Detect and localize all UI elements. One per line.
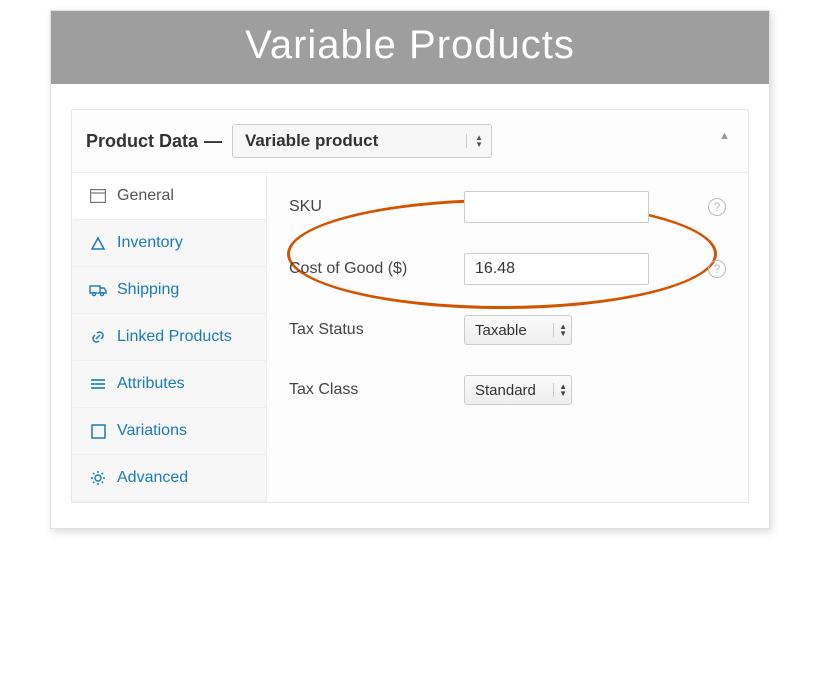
updown-arrows-icon: ▲▼ [466, 134, 483, 148]
field-cost-of-good: Cost of Good ($) ? [289, 253, 726, 285]
product-type-value: Variable product [245, 131, 378, 151]
field-sku: SKU ? [289, 191, 726, 223]
updown-arrows-icon: ▲▼ [553, 323, 567, 337]
cog-label: Cost of Good ($) [289, 260, 464, 278]
tab-shipping[interactable]: Shipping [72, 267, 266, 314]
tax-status-select[interactable]: Taxable ▲▼ [464, 315, 572, 345]
variations-icon [89, 422, 107, 440]
tax-class-value: Standard [475, 382, 543, 399]
updown-arrows-icon: ▲▼ [553, 383, 567, 397]
content-area: SKU ? Cost of Good ($) ? Tax Status Taxa… [267, 173, 748, 502]
sidebar: General Inventory Shipping [72, 173, 267, 502]
product-data-panel: Product Data — Variable product ▲▼ ▲ Gen… [71, 109, 749, 503]
tab-shipping-label: Shipping [117, 281, 179, 299]
help-icon[interactable]: ? [708, 260, 726, 278]
tab-general-label: General [117, 187, 174, 205]
tax-class-label: Tax Class [289, 381, 464, 399]
tab-linked-products[interactable]: Linked Products [72, 314, 266, 361]
general-icon [89, 187, 107, 205]
panel-header: Product Data — Variable product ▲▼ ▲ [72, 110, 748, 173]
cog-input[interactable] [464, 253, 649, 285]
title-dash: — [204, 131, 222, 152]
product-type-select[interactable]: Variable product ▲▼ [232, 124, 492, 158]
tab-variations[interactable]: Variations [72, 408, 266, 455]
tab-attributes-label: Attributes [117, 375, 185, 393]
sku-label: SKU [289, 198, 464, 216]
banner-title: Variable Products [245, 23, 575, 67]
field-tax-status: Tax Status Taxable ▲▼ [289, 315, 726, 345]
panel-body: General Inventory Shipping [72, 173, 748, 502]
tab-advanced[interactable]: Advanced [72, 455, 266, 502]
tab-linked-label: Linked Products [117, 328, 232, 346]
attributes-icon [89, 375, 107, 393]
link-icon [89, 328, 107, 346]
panel-title: Product Data [86, 131, 198, 152]
collapse-caret-icon[interactable]: ▲ [719, 130, 730, 142]
field-tax-class: Tax Class Standard ▲▼ [289, 375, 726, 405]
tax-status-label: Tax Status [289, 321, 464, 339]
inventory-icon [89, 234, 107, 252]
tab-advanced-label: Advanced [117, 469, 188, 487]
sku-input[interactable] [464, 191, 649, 223]
tab-attributes[interactable]: Attributes [72, 361, 266, 408]
tax-status-value: Taxable [475, 322, 527, 339]
banner: Variable Products [51, 11, 769, 84]
tab-inventory-label: Inventory [117, 234, 183, 252]
help-icon[interactable]: ? [708, 198, 726, 216]
tab-general[interactable]: General [72, 173, 266, 220]
tab-inventory[interactable]: Inventory [72, 220, 266, 267]
tax-class-select[interactable]: Standard ▲▼ [464, 375, 572, 405]
tab-variations-label: Variations [117, 422, 187, 440]
gear-icon [89, 469, 107, 487]
window-frame: Variable Products Product Data — Variabl… [50, 10, 770, 529]
shipping-icon [89, 281, 107, 299]
